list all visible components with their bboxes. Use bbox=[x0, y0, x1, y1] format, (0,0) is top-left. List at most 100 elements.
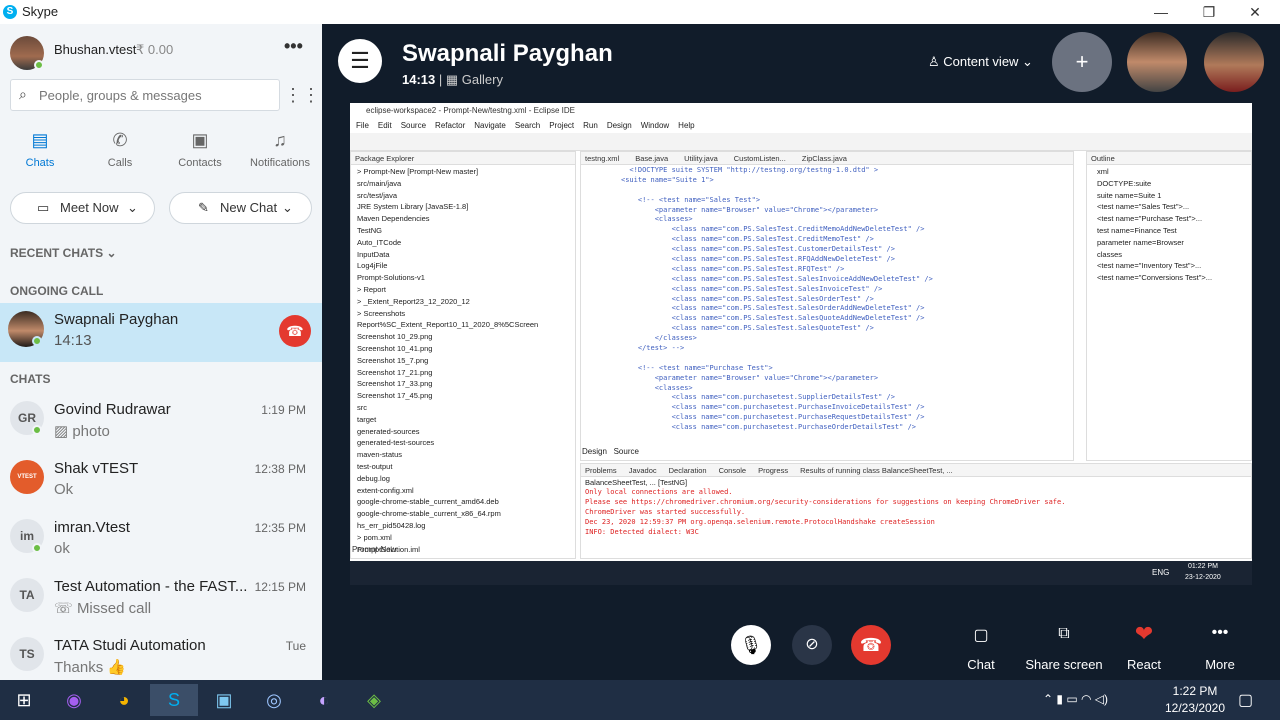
menu-icon[interactable]: ☰ bbox=[338, 39, 382, 83]
tree-item[interactable]: generated-test-sources bbox=[357, 438, 569, 450]
outline-item[interactable]: suite name=Suite 1 bbox=[1097, 191, 1241, 203]
new-chat-button[interactable]: ✎ New Chat ⌄ bbox=[169, 192, 312, 224]
tree-item[interactable]: > pom.xml bbox=[357, 533, 569, 545]
outline-item[interactable]: classes bbox=[1097, 250, 1241, 262]
tree-item[interactable]: google-chrome-stable_current_amd64.deb bbox=[357, 497, 569, 509]
menu-item[interactable]: Help bbox=[678, 121, 694, 130]
more-options-icon[interactable]: ••• bbox=[284, 36, 303, 57]
tree-item[interactable]: Auto_ITCode bbox=[357, 238, 569, 250]
tree-item[interactable]: src bbox=[357, 403, 569, 415]
tree-item[interactable]: > Report bbox=[357, 285, 569, 297]
editor-tab[interactable]: Base.java bbox=[635, 154, 668, 163]
minimize-icon[interactable]: — bbox=[1146, 2, 1176, 22]
editor-tab[interactable]: testng.xml bbox=[585, 154, 619, 163]
tree-item[interactable]: Screenshot 17_21.png bbox=[357, 368, 569, 380]
list-item[interactable]: VTEST Shak vTEST Ok 12:38 PM bbox=[0, 452, 322, 510]
add-participant-button[interactable]: + bbox=[1052, 32, 1112, 92]
menu-item[interactable]: Design bbox=[607, 121, 632, 130]
tree-item[interactable]: maven-status bbox=[357, 450, 569, 462]
menu-item[interactable]: Edit bbox=[378, 121, 392, 130]
console-tab[interactable]: Declaration bbox=[669, 466, 707, 475]
tree-item[interactable]: > Screenshots bbox=[357, 309, 569, 321]
tree-item[interactable]: Screenshot 10_41.png bbox=[357, 344, 569, 356]
end-call-button[interactable]: ☎ bbox=[279, 315, 311, 347]
list-item[interactable]: TA Test Automation - the FAST... ☏ Misse… bbox=[0, 570, 322, 628]
outline-item[interactable]: parameter name=Browser bbox=[1097, 238, 1241, 250]
tree-item[interactable]: InputData bbox=[357, 250, 569, 262]
tree-item[interactable]: src/main/java bbox=[357, 179, 569, 191]
outline-item[interactable]: <test name="Purchase Test">... bbox=[1097, 214, 1241, 226]
console-output[interactable]: Only local connections are allowed. Pleas… bbox=[581, 488, 1251, 538]
console-tab[interactable]: Problems bbox=[585, 466, 617, 475]
menu-item[interactable]: File bbox=[356, 121, 369, 130]
app-icon[interactable]: ▣ bbox=[200, 684, 248, 716]
outline-item[interactable]: <test name="Sales Test">... bbox=[1097, 202, 1241, 214]
tree-item[interactable]: Maven Dependencies bbox=[357, 214, 569, 226]
tree-item[interactable]: > _Extent_Report23_12_2020_12 bbox=[357, 297, 569, 309]
recent-chats-header[interactable]: RECENT CHATS ⌄ bbox=[10, 246, 117, 260]
notification-icon[interactable]: ▢ bbox=[1238, 690, 1253, 710]
clock-date[interactable]: 12/23/2020 bbox=[1156, 701, 1234, 715]
app-icon[interactable]: ◈ bbox=[350, 684, 398, 716]
restore-icon[interactable]: ❐ bbox=[1194, 2, 1224, 22]
tree-item[interactable]: Screenshot 17_45.png bbox=[357, 391, 569, 403]
menu-item[interactable]: Window bbox=[641, 121, 669, 130]
participant-avatar[interactable] bbox=[1127, 32, 1187, 92]
self-avatar[interactable] bbox=[1204, 32, 1264, 92]
dialpad-icon[interactable]: ⋮⋮⋮ bbox=[284, 79, 322, 111]
menu-item[interactable]: Navigate bbox=[474, 121, 506, 130]
tree-item[interactable]: hs_err_pid50428.log bbox=[357, 521, 569, 533]
end-call-button[interactable]: ☎ bbox=[851, 625, 891, 665]
outline-tree[interactable]: xml DOCTYPE:suite suite name=Suite 1 <test … bbox=[1087, 165, 1251, 287]
tree-item[interactable]: generated-sources bbox=[357, 427, 569, 439]
tree-item[interactable]: test-output bbox=[357, 462, 569, 474]
tree-item[interactable]: debug.log bbox=[357, 474, 569, 486]
tab-contacts[interactable]: ▣ Contacts bbox=[160, 130, 240, 169]
profile-credit[interactable]: ₹ 0.00 bbox=[136, 42, 173, 58]
menu-item[interactable]: Project bbox=[549, 121, 574, 130]
layout-label[interactable]: Gallery bbox=[462, 72, 503, 87]
clock-time[interactable]: 1:22 PM bbox=[1160, 684, 1230, 698]
skype-icon[interactable]: S bbox=[150, 684, 198, 716]
editor-tab[interactable]: ZipClass.java bbox=[802, 154, 847, 163]
list-item[interactable]: GR Govind Rudrawar ▨ photo 1:19 PM bbox=[0, 393, 322, 451]
console-tab[interactable]: Console bbox=[719, 466, 747, 475]
outline-item[interactable]: DOCTYPE:suite bbox=[1097, 179, 1241, 191]
tree-item[interactable]: Screenshot 15_7.png bbox=[357, 356, 569, 368]
eclipse-icon[interactable]: ◐ bbox=[300, 684, 348, 716]
content-view-button[interactable]: ♙ Content view ⌄ bbox=[928, 54, 1033, 70]
ongoing-call-item[interactable]: Swapnali Payghan 14:13 ☎ bbox=[0, 303, 322, 362]
app-icon[interactable]: ◉ bbox=[50, 684, 98, 716]
tree-item[interactable]: target bbox=[357, 415, 569, 427]
tab-source[interactable]: Source bbox=[614, 447, 639, 456]
editor-tab[interactable]: CustomListen... bbox=[734, 154, 786, 163]
tab-notifications[interactable]: ♫ Notifications bbox=[240, 130, 320, 169]
app-icon[interactable]: ◎ bbox=[250, 684, 298, 716]
console-tab[interactable]: Progress bbox=[758, 466, 788, 475]
video-off-button[interactable]: ⊘ bbox=[792, 625, 832, 665]
tab-design[interactable]: Design bbox=[582, 447, 607, 456]
menu-item[interactable]: Search bbox=[515, 121, 540, 130]
outline-item[interactable]: xml bbox=[1097, 167, 1241, 179]
tab-chats[interactable]: ▤ Chats bbox=[0, 130, 80, 169]
console-tab[interactable]: Results of running class BalanceSheetTes… bbox=[800, 466, 953, 475]
chrome-icon[interactable]: ◕ bbox=[100, 684, 148, 716]
tree-item[interactable]: google-chrome-stable_current_x86_64.rpm bbox=[357, 509, 569, 521]
outline-item[interactable]: <test name="Inventory Test">... bbox=[1097, 261, 1241, 273]
outline-item[interactable]: test name=Finance Test bbox=[1097, 226, 1241, 238]
mute-button[interactable]: 🎙 bbox=[731, 625, 771, 665]
tree-item[interactable]: TestNG bbox=[357, 226, 569, 238]
tab-calls[interactable]: ✆ Calls bbox=[80, 130, 160, 169]
tree-item[interactable]: Report%SC_Extent_Report10_11_2020_8%5CSc… bbox=[357, 320, 569, 332]
tray-icons[interactable]: ⌃ ▮ ▭ ◠ ◁) bbox=[1043, 692, 1108, 706]
code-area[interactable]: <!DOCTYPE suite SYSTEM "http://testng.or… bbox=[581, 165, 1073, 434]
tree-item[interactable]: JRE System Library [JavaSE-1.8] bbox=[357, 202, 569, 214]
list-item[interactable]: im imran.Vtest ok 12:35 PM bbox=[0, 511, 322, 569]
meet-now-button[interactable]: ▭ Meet Now ⌄ bbox=[10, 192, 155, 224]
tree-item[interactable]: Log4jFile bbox=[357, 261, 569, 273]
outline-item[interactable]: <test name="Conversions Test">... bbox=[1097, 273, 1241, 285]
tree-item[interactable]: > Prompt-New [Prompt-New master] bbox=[357, 167, 569, 179]
tree-item[interactable]: Screenshot 10_29.png bbox=[357, 332, 569, 344]
menu-item[interactable]: Run bbox=[583, 121, 598, 130]
project-tree[interactable]: > Prompt-New [Prompt-New master] src/main… bbox=[351, 165, 575, 558]
